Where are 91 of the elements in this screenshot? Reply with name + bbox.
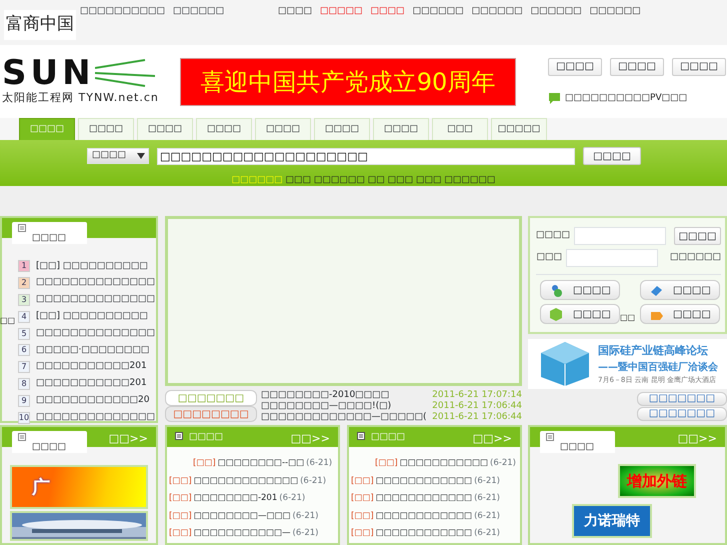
nav-tab[interactable]: □□□□ (314, 118, 370, 140)
nav-link[interactable]: □□□□□□ (530, 5, 582, 18)
nav-link[interactable]: □□□□ (370, 5, 405, 18)
link-banner[interactable]: 力诺瑞特 (572, 504, 652, 538)
rank-number: 3 (18, 294, 30, 306)
panel-title: □□□□ (560, 441, 594, 454)
news-time: 2011-6-21 17:06:44 (432, 412, 522, 423)
news-link[interactable]: [□□] □□□□□□□□—□□□ (6-21) (167, 508, 338, 525)
search-button[interactable]: □□□□ (583, 147, 641, 165)
field-label: □□□□ (536, 229, 570, 242)
rank-number: 10 (18, 412, 30, 424)
nav-link[interactable]: □□□□□□ (590, 5, 641, 18)
nav-tab[interactable]: □□□□ (255, 118, 311, 140)
password-field[interactable] (566, 249, 658, 267)
rank-number: 9 (18, 394, 30, 407)
nav-tab[interactable]: □□□□ (137, 118, 193, 140)
side-link[interactable]: □□□□□□□ (637, 392, 727, 406)
news-time: 2011-6-21 17:06:44 (432, 401, 522, 412)
nav-tab[interactable]: □□□□ (373, 118, 429, 140)
nav-tab[interactable]: □□□□□ (491, 118, 547, 140)
news-link[interactable]: [□□] □□□□□□□□□□□□ (6-21) (349, 508, 520, 525)
news-link[interactable]: □□□□□□□□□□□□□—□□□□□( (261, 412, 427, 423)
nav-tab[interactable]: □□□□ (196, 118, 252, 140)
nav-link[interactable]: □□□□□□ (412, 5, 464, 18)
site-logo[interactable]: 富商中国 (4, 10, 76, 40)
hot-words: □□□ □□□□□□ □□ □□□ □□□ □□□□□□ (284, 175, 496, 185)
panel-title: □□□□ (189, 431, 224, 444)
ranking-link[interactable]: □□□□□·□□□□□□□□ (36, 344, 150, 358)
top-link[interactable]: □□□□□□ (173, 5, 224, 18)
rank-number: 7 (18, 361, 30, 374)
caret-icon (137, 153, 145, 159)
action-button[interactable]: □□□□ (540, 280, 620, 300)
note-icon (175, 432, 183, 440)
nav-tab[interactable]: □□□□ (78, 118, 134, 140)
nav-link[interactable]: □□□□ (278, 5, 312, 18)
news-link[interactable]: □□□□□□□□-2010□□□□ (261, 390, 390, 401)
rank-number: 5 (18, 328, 30, 340)
cube-cluster-drawing (540, 341, 590, 387)
news-link[interactable]: [□□] □□□□□□□□□□□□ (6-21) (349, 525, 520, 542)
side-link[interactable]: □□□□□□□ (637, 407, 727, 421)
username-field[interactable] (574, 227, 666, 245)
ranking-link[interactable]: [□□] □□□□□□□□□□ (36, 310, 148, 324)
rank-number: 2 (18, 277, 30, 290)
nav-link[interactable]: □□□□□□ (472, 5, 523, 18)
header-button[interactable]: □□□□ (672, 58, 726, 76)
ranking-link[interactable]: [□□] □□□□□□□□□□ (36, 260, 148, 274)
ranking-link[interactable]: □□□□□□□□□□□□□□ (36, 410, 156, 424)
top-link[interactable]: □□□□□□□□□□ (80, 5, 166, 18)
rank-number: 8 (18, 378, 30, 390)
people-icon (549, 283, 563, 297)
site-logo[interactable]: SUN 太阳能工程网 TYNW.net.cn (2, 56, 172, 107)
news-link[interactable]: [□□] □□□□□□□□□□□□ (6-21) (349, 490, 520, 508)
banner-ad[interactable]: 喜迎中国共产党成立90周年 (180, 58, 516, 106)
action-button[interactable]: □□□□ (640, 280, 720, 300)
rank-number: 6 (18, 344, 30, 356)
news-link[interactable]: [□□] □□□□□□□□□□□ (6-21) (349, 455, 520, 472)
header-button[interactable]: □□□□ (610, 58, 664, 76)
category-select[interactable]: □□□□ (87, 148, 149, 164)
news-link[interactable]: [□□] □□□□□□□□--□□ (6-21) (167, 455, 338, 472)
action-button[interactable]: □□□□ (640, 304, 720, 324)
forgot-link[interactable]: □□□□□□ (670, 251, 721, 265)
ranking-link[interactable]: □□□□□□□□□□□□□□ (36, 276, 156, 290)
ranking-link[interactable]: □□□□□□□□□□□201 (36, 360, 147, 374)
rank-number: 4 (18, 310, 30, 323)
news-link[interactable]: [□□] □□□□□□□□□□□— (6-21) (167, 525, 338, 542)
login-button[interactable]: □□□□ (674, 227, 721, 245)
field-label: □□□ (536, 251, 562, 264)
ranking-link[interactable]: □□□□□□□□□□□201 (36, 377, 147, 391)
panel-title: □□□□ (371, 431, 406, 444)
chat-icon (548, 92, 561, 105)
ranking-link[interactable]: □□□□□□□□□□□□20 (36, 394, 150, 408)
panel-title: □□□□ (32, 232, 66, 245)
side-note: □□ (0, 315, 16, 327)
news-link[interactable]: [□□] □□□□□□□□□□□□ (6-21) (349, 472, 520, 490)
ranking-link[interactable]: □□□□□□□□□□□□□□ (36, 293, 156, 307)
panel-title: □□□□ (32, 441, 66, 454)
news-time: 2011-6-21 17:07:14 (432, 390, 522, 401)
rank-number: 1 (18, 260, 30, 272)
hot-label: □□□□□□ (232, 175, 283, 185)
notice-text: □□□□□□□□□□PV□□□ (565, 92, 688, 105)
news-link[interactable]: [□□] □□□□□□□□□□□□□ (6-21) (167, 472, 338, 490)
news-link[interactable]: [□□] □□□□□□□□-201 (6-21) (167, 490, 338, 508)
search-field[interactable]: □□□□□□□□□□□□□□□□□□□□ (157, 148, 575, 164)
action-button[interactable]: □□□□ (540, 304, 620, 324)
header-button[interactable]: □□□□ (548, 58, 602, 76)
nav-tab[interactable]: □□□ (432, 118, 488, 140)
side-note: □□ (620, 312, 636, 324)
nav-link[interactable]: □□□□□ (320, 5, 363, 18)
ranking-link[interactable]: □□□□□□□□□□□□□□ (36, 326, 156, 340)
note-icon (357, 432, 365, 440)
news-link[interactable]: □□□□□□□□—□□□□!(□) (261, 401, 392, 412)
